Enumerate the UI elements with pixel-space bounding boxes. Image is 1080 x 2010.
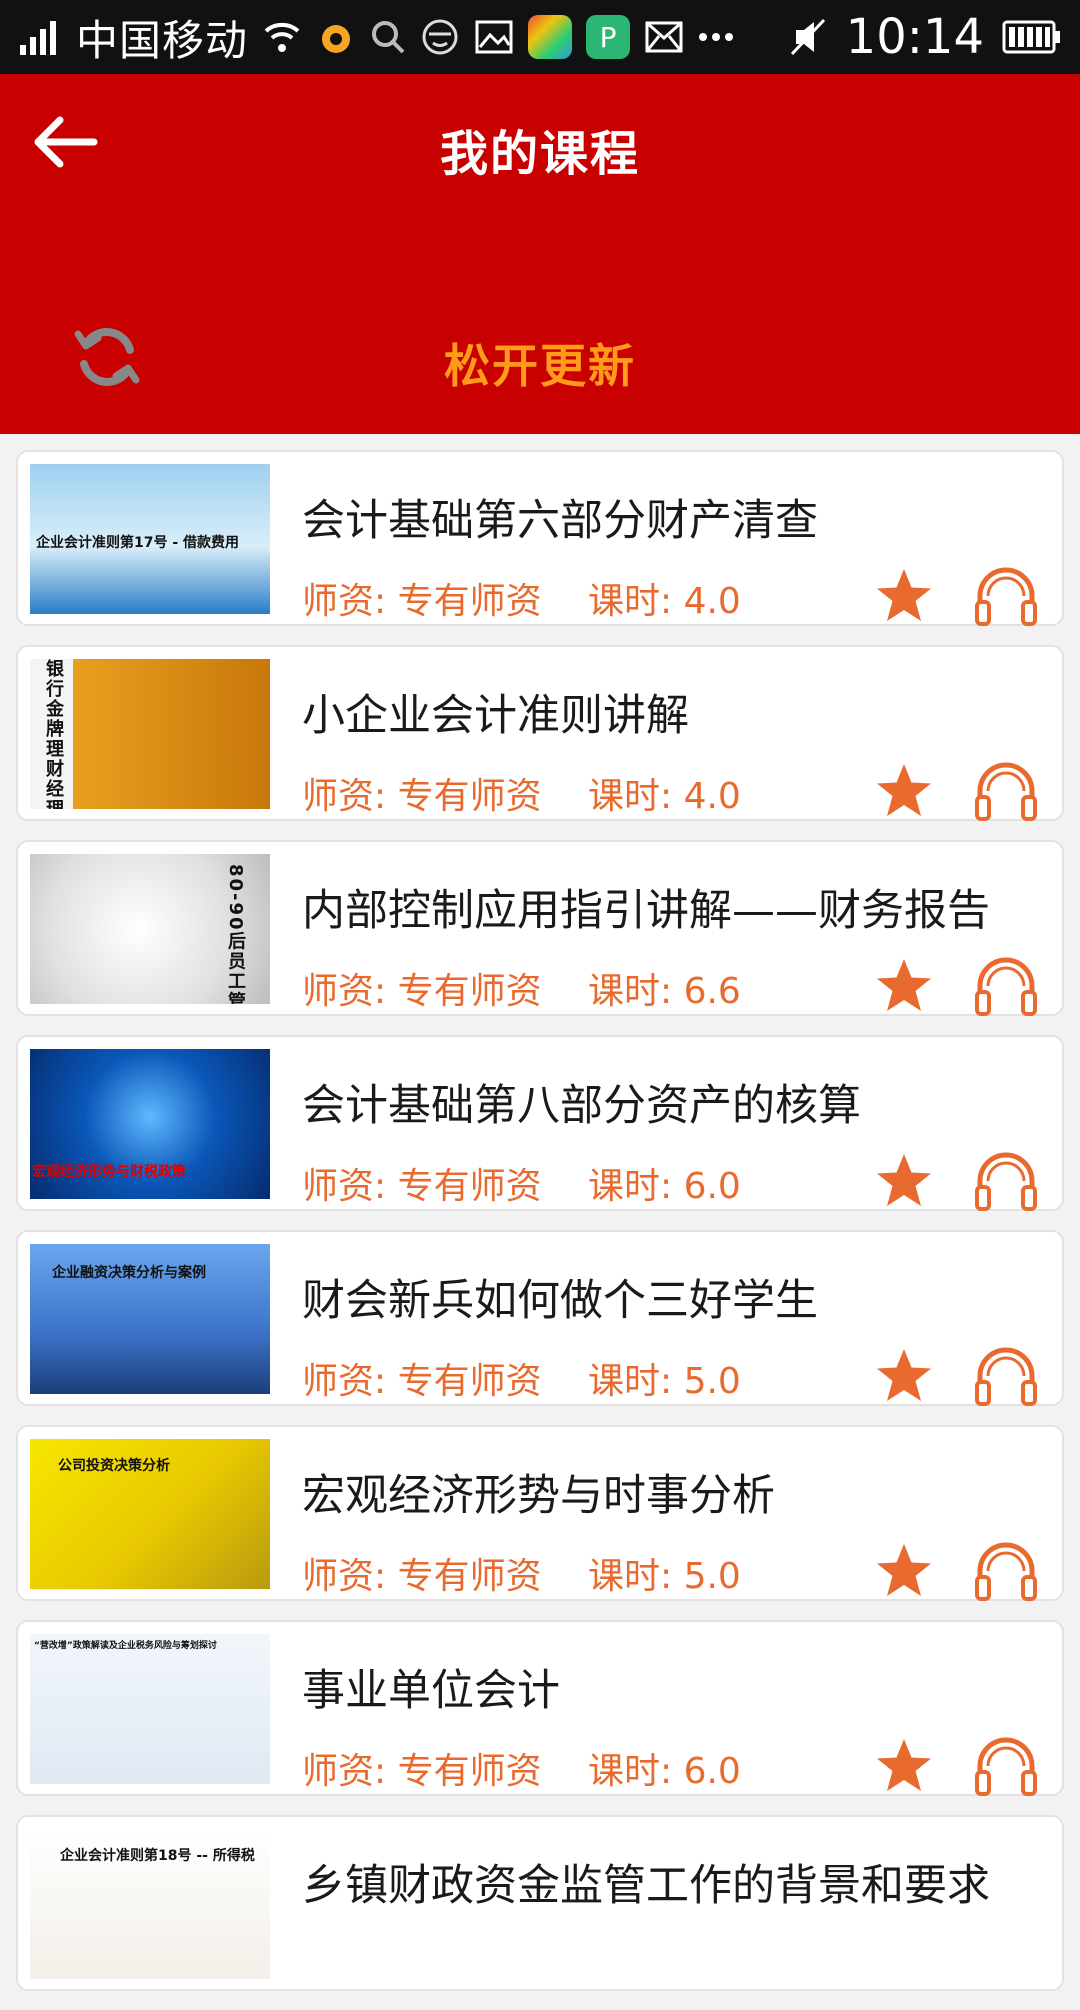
course-teacher: 师资: 专有师资	[302, 1751, 542, 1792]
face-icon	[420, 17, 460, 57]
course-item[interactable]: 公司投资决策分析宏观经济形势与时事分析师资: 专有师资 课时: 5.0	[16, 1425, 1064, 1601]
course-teacher: 师资: 专有师资	[302, 581, 542, 622]
course-hours: 课时: 6.6	[588, 971, 741, 1012]
course-item[interactable]: “营改增”政策解读及企业税务风险与筹划探讨事业单位会计师资: 专有师资 课时: 6…	[16, 1620, 1064, 1796]
course-hours: 课时: 5.0	[588, 1361, 741, 1402]
thumbnail-caption: 公司投资决策分析	[58, 1458, 170, 1474]
course-title: 内部控制应用指引讲解——财务报告	[302, 886, 990, 936]
course-teacher: 师资: 专有师资	[302, 776, 542, 817]
favorite-star-icon[interactable]	[874, 1541, 934, 1601]
course-thumbnail: 公司投资决策分析	[30, 1439, 270, 1589]
course-title: 小企业会计准则讲解	[302, 691, 689, 741]
thumbnail-caption: 企业会计准则第17号 - 借款费用	[36, 535, 240, 551]
course-item[interactable]: 宏观经济形势与财税政策 会计基础第八部分资产的核算师资: 专有师资 课时: 6.0	[16, 1035, 1064, 1211]
page-title: 我的课程	[439, 126, 640, 182]
app-header: 我的课程 松开更新	[0, 74, 1080, 434]
listen-headphones-icon[interactable]	[974, 1539, 1038, 1601]
status-bar: 中国移动 P 10:14	[0, 0, 1080, 74]
uc-browser-icon	[316, 17, 356, 57]
course-title: 财会新兵如何做个三好学生	[302, 1276, 818, 1326]
course-thumbnail: “营改增”政策解读及企业税务风险与筹划探讨	[30, 1634, 270, 1784]
listen-headphones-icon[interactable]	[974, 1149, 1038, 1211]
thumbnail-caption: 企业会计准则第18号 -- 所得税	[60, 1848, 255, 1864]
thumbnail-caption: “营改增”政策解读及企业税务风险与筹划探讨	[34, 1641, 217, 1651]
course-teacher: 师资: 专有师资	[302, 1556, 542, 1597]
listen-headphones-icon[interactable]	[974, 1734, 1038, 1796]
course-thumbnail: 宏观经济形势与财税政策	[30, 1049, 270, 1199]
course-title: 宏观经济形势与时事分析	[302, 1471, 775, 1521]
course-thumbnail: 企业会计准则第18号 -- 所得税	[30, 1829, 270, 1979]
course-hours: 课时: 6.0	[588, 1751, 741, 1792]
search-icon	[370, 19, 406, 55]
course-item[interactable]: 银行金牌理财经理 小企业会计准则讲解师资: 专有师资 课时: 4.0	[16, 645, 1064, 821]
thumbnail-caption: 企业融资决策分析与案例	[52, 1265, 206, 1281]
course-teacher: 师资: 专有师资	[302, 1361, 542, 1402]
favorite-star-icon[interactable]	[874, 566, 934, 626]
course-hours: 课时: 6.0	[588, 1166, 741, 1207]
course-item[interactable]: 企业会计准则第18号 -- 所得税乡镇财政资金监管工作的背景和要求	[16, 1815, 1064, 1991]
favorite-star-icon[interactable]	[874, 1736, 934, 1796]
course-item[interactable]: 80-90后员工管理 内部控制应用指引讲解——财务报告师资: 专有师资 课时: 6.…	[16, 840, 1064, 1016]
course-thumbnail: 银行金牌理财经理	[30, 659, 270, 809]
course-hours: 课时: 4.0	[588, 776, 741, 817]
course-thumbnail: 企业会计准则第17号 - 借款费用	[30, 464, 270, 614]
more-icon	[698, 31, 734, 43]
thumbnail-caption: 银行金牌理财经理	[43, 659, 64, 809]
listen-headphones-icon[interactable]	[974, 954, 1038, 1016]
battery-icon	[1002, 19, 1062, 55]
thumbnail-caption: 宏观经济形势与财税政策	[32, 1164, 186, 1180]
signal-icon	[18, 17, 62, 57]
mute-icon	[788, 16, 828, 58]
course-hours: 课时: 4.0	[588, 581, 741, 622]
thumbnail-caption: 80-90后员工管理	[225, 864, 246, 1004]
wifi-icon	[262, 19, 302, 55]
course-title: 会计基础第六部分财产清查	[302, 496, 818, 546]
course-teacher: 师资: 专有师资	[302, 971, 542, 1012]
mail-icon	[644, 20, 684, 54]
favorite-star-icon[interactable]	[874, 1151, 934, 1211]
listen-headphones-icon[interactable]	[974, 759, 1038, 821]
app-p-icon: P	[586, 15, 631, 59]
favorite-star-icon[interactable]	[874, 761, 934, 821]
course-title: 乡镇财政资金监管工作的背景和要求	[302, 1861, 990, 1911]
favorite-star-icon[interactable]	[874, 956, 934, 1016]
clock: 10:14	[845, 9, 984, 65]
course-list: 企业会计准则第17号 - 借款费用 会计基础第六部分财产清查 师资: 专有师资 课时:…	[16, 450, 1064, 2010]
course-teacher: 师资: 专有师资	[302, 1166, 542, 1207]
favorite-star-icon[interactable]	[874, 1346, 934, 1406]
course-item[interactable]: 企业会计准则第17号 - 借款费用 会计基础第六部分财产清查师资: 专有师资 课时:…	[16, 450, 1064, 626]
course-title: 会计基础第八部分资产的核算	[302, 1081, 861, 1131]
app-colorful-icon	[528, 15, 573, 59]
course-hours: 课时: 5.0	[588, 1556, 741, 1597]
course-thumbnail: 80-90后员工管理	[30, 854, 270, 1004]
course-thumbnail: 企业融资决策分析与案例	[30, 1244, 270, 1394]
course-item[interactable]: 企业融资决策分析与案例财会新兵如何做个三好学生师资: 专有师资 课时: 5.0	[16, 1230, 1064, 1406]
carrier-name: 中国移动	[76, 15, 249, 65]
pull-refresh-label: 松开更新	[444, 339, 636, 393]
listen-headphones-icon[interactable]	[974, 1344, 1038, 1406]
image-icon	[474, 19, 514, 55]
course-title: 事业单位会计	[302, 1666, 560, 1716]
listen-headphones-icon[interactable]	[974, 564, 1038, 626]
